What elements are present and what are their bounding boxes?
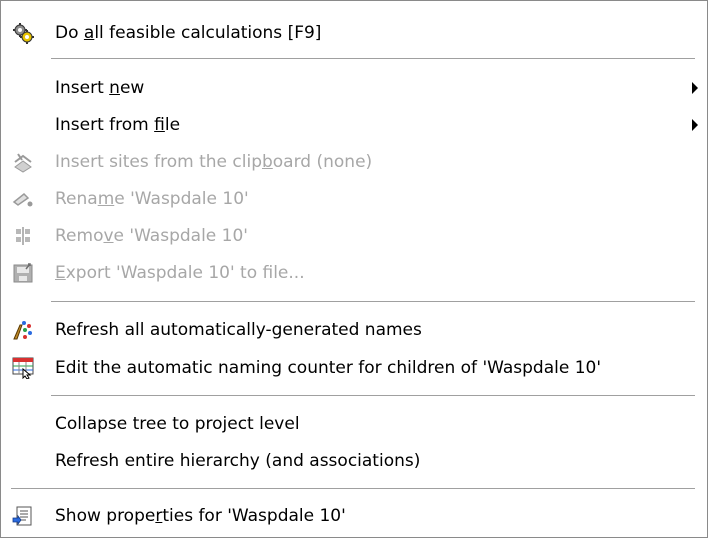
export-icon <box>12 262 34 284</box>
menu-item-do-all-calculations[interactable]: Do all feasible calculations [F9] <box>2 16 706 50</box>
remove-icon <box>12 225 34 247</box>
submenu-arrow-icon <box>692 119 698 131</box>
menu-item-show-properties[interactable]: Show properties for 'Waspdale 10' <box>2 499 706 533</box>
menu-item-label: Remove 'Waspdale 10' <box>55 226 248 246</box>
menu-item-label: Refresh entire hierarchy (and associatio… <box>55 451 421 471</box>
menu-item-edit-naming-counter[interactable]: Edit the automatic naming counter for ch… <box>2 351 706 385</box>
menu-item-label: Do all feasible calculations [F9] <box>55 23 322 43</box>
menu-item-label: Collapse tree to project level <box>55 414 300 434</box>
menu-item-collapse-tree[interactable]: Collapse tree to project level <box>2 407 706 441</box>
refresh-names-icon <box>12 319 34 341</box>
menu-item-insert-new[interactable]: Insert new <box>2 71 706 105</box>
menu-separator <box>51 395 695 397</box>
properties-icon <box>12 505 34 527</box>
menu-item-label: Export 'Waspdale 10' to file... <box>55 263 305 283</box>
menu-item-label: Insert from file <box>55 115 181 135</box>
menu-item-insert-sites-clipboard[interactable]: Insert sites from the clipboard (none) <box>2 145 706 179</box>
menu-item-remove[interactable]: Remove 'Waspdale 10' <box>2 219 706 253</box>
rename-icon <box>12 188 34 210</box>
gears-calculate-icon <box>12 22 34 44</box>
menu-separator <box>11 488 695 490</box>
menu-item-label: Edit the automatic naming counter for ch… <box>55 358 602 378</box>
context-menu: Do all feasible calculations [F9] Insert… <box>0 0 708 538</box>
menu-item-rename[interactable]: Rename 'Waspdale 10' <box>2 182 706 216</box>
menu-item-export[interactable]: Export 'Waspdale 10' to file... <box>2 256 706 290</box>
naming-counter-icon <box>12 357 34 379</box>
menu-separator <box>51 301 695 303</box>
menu-item-label: Insert sites from the clipboard (none) <box>55 152 373 172</box>
menu-item-label: Refresh all automatically-generated name… <box>55 320 422 340</box>
menu-item-label: Insert new <box>55 78 145 98</box>
menu-item-label: Rename 'Waspdale 10' <box>55 189 249 209</box>
submenu-arrow-icon <box>692 82 698 94</box>
menu-item-refresh-names[interactable]: Refresh all automatically-generated name… <box>2 313 706 347</box>
menu-item-insert-from-file[interactable]: Insert from file <box>2 108 706 142</box>
menu-item-label: Show properties for 'Waspdale 10' <box>55 506 346 526</box>
clipboard-sites-icon <box>12 151 34 173</box>
menu-separator <box>51 58 695 60</box>
menu-item-refresh-hierarchy[interactable]: Refresh entire hierarchy (and associatio… <box>2 444 706 478</box>
